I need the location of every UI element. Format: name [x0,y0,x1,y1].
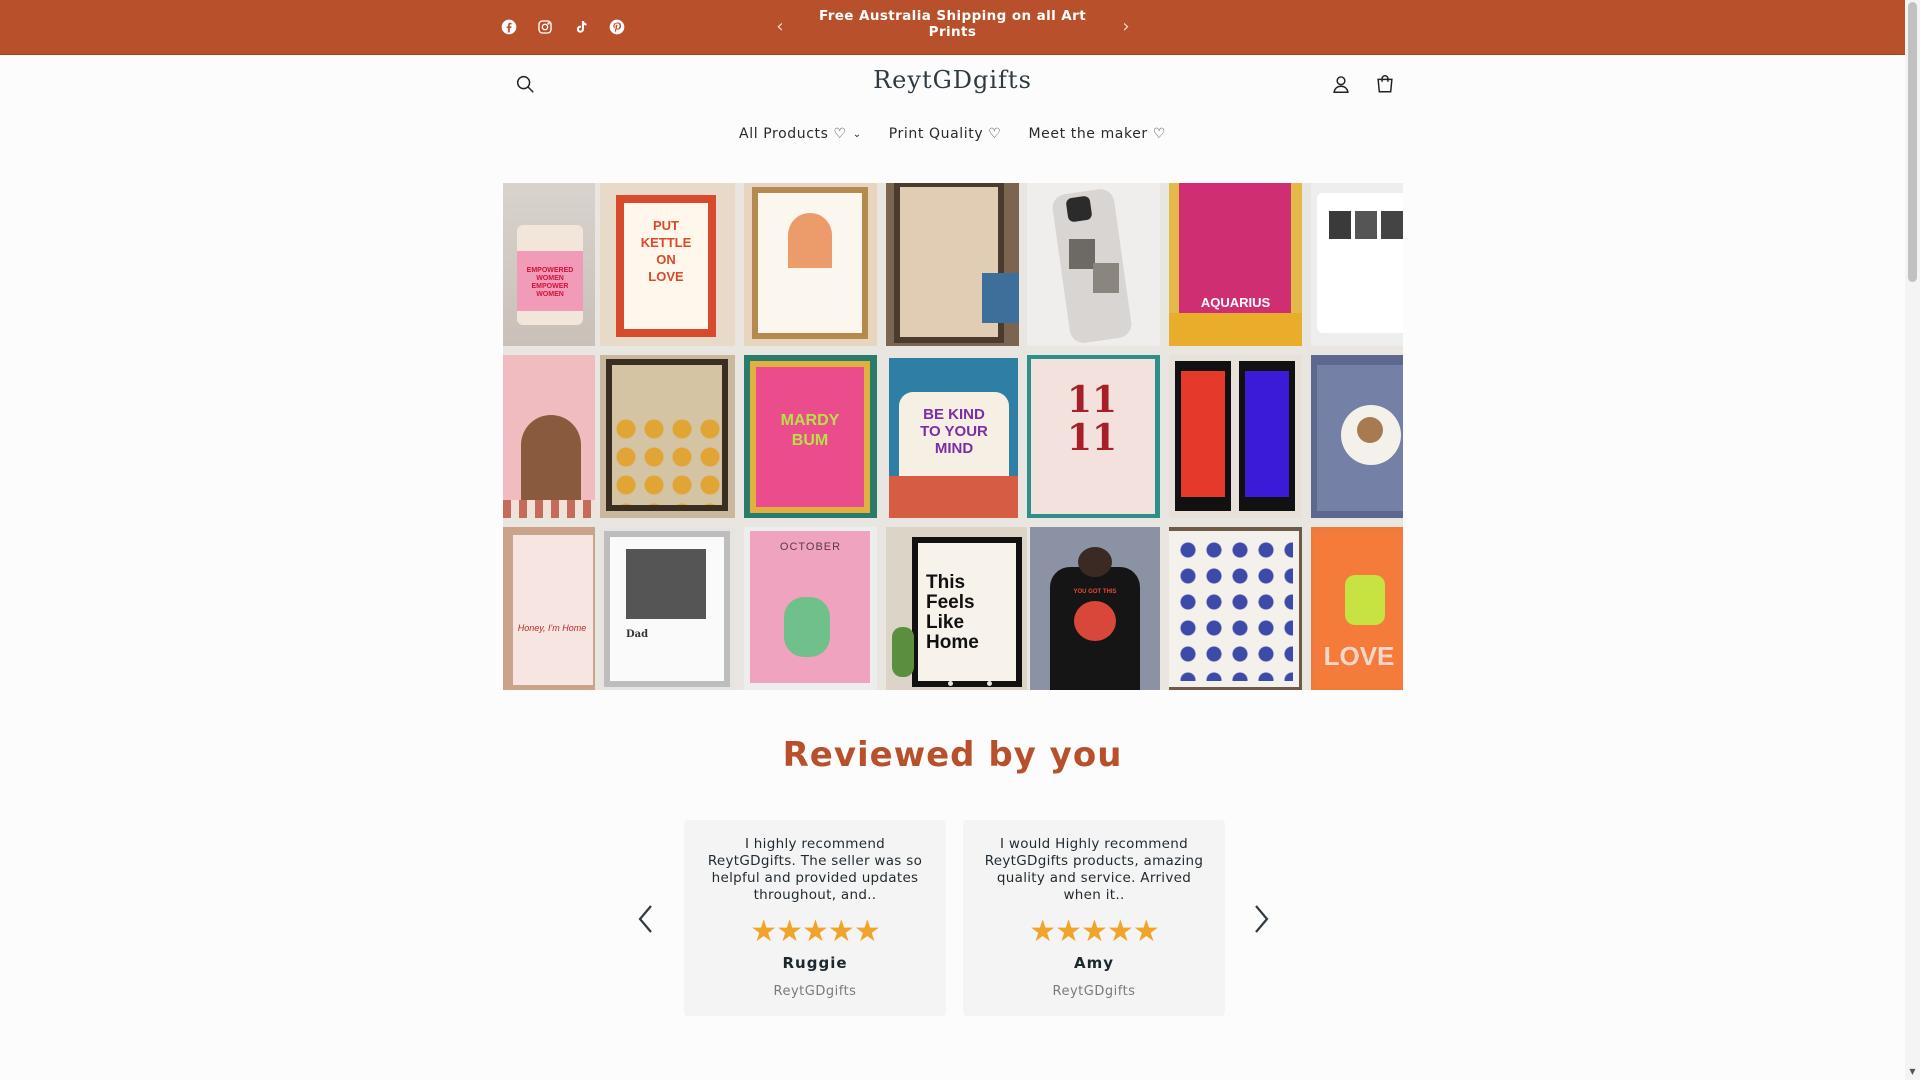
announcement-text: Free Australia Shipping on all Art Print… [818,8,1087,40]
account-icon[interactable] [1326,69,1356,99]
announcement-bar: ‹ Free Australia Shipping on all Art Pri… [0,0,1905,55]
cart-icon[interactable] [1370,69,1400,99]
collage-tile-tshirt[interactable]: YOU GOT THIS [1030,527,1160,690]
carousel-dot[interactable] [948,681,953,686]
star-rating: ★★★★★ [750,914,880,949]
review-text: I highly recommend ReytGDgifts. The sell… [707,836,923,903]
collage-tile-kettle-print[interactable]: PUT KETTLE ON LOVE [600,183,735,346]
carousel-dots[interactable] [948,681,992,687]
tile-label: 11 11 [1066,379,1118,459]
hero-collage[interactable]: EMPOWERED WOMEN EMPOWER WOMEN PUT KETTLE… [503,183,1403,690]
collage-tile-photo-mug[interactable] [1311,183,1403,346]
tile-label: BE KIND TO YOUR MIND [920,406,988,457]
nav-label: Meet the maker ♡ [1028,126,1166,142]
collage-tile-love-print[interactable]: LOVE [1311,527,1403,690]
collage-tile-angel-number-print[interactable]: 11 11 [1027,355,1160,518]
chevron-down-icon: ⌄ [852,129,862,140]
collage-tile-candle[interactable]: EMPOWERED WOMEN EMPOWER WOMEN [503,183,595,346]
reviewer-name: Ruggie [782,954,848,972]
reviews-heading: Reviewed by you [782,735,1123,775]
nav-label: Print Quality ♡ [888,126,1002,142]
review-source: ReytGDgifts [773,984,857,999]
page-scrollbar[interactable]: ▼ [1905,0,1920,1080]
collage-tile-teddy-print[interactable] [1311,355,1403,518]
review-card[interactable]: I would Highly recommend ReytGDgifts pro… [963,820,1225,1016]
tile-label: AQUARIUS [1200,295,1271,310]
star-rating: ★★★★★ [1029,914,1159,949]
nav-print-quality[interactable]: Print Quality ♡ [889,126,1002,142]
tile-label: Dad [626,629,649,640]
collage-tile-line-art-print[interactable] [886,183,1019,346]
site-logo[interactable]: ReytGDgifts [760,66,1145,94]
review-text: I would Highly recommend ReytGDgifts pro… [984,836,1204,903]
collage-tile-home-print[interactable]: This Feels Like Home [886,527,1027,690]
collage-tile-birth-flower-print[interactable]: OCTOBER [744,527,877,690]
nav-label: All Products ♡ [739,126,847,142]
collage-tile-dad-photo-print[interactable]: Dad [600,527,735,690]
tile-label: Honey, I'm Home [517,623,587,633]
collage-tile-zodiac-portrait-print[interactable] [744,183,877,346]
tile-label: EMPOWERED WOMEN EMPOWER WOMEN [526,267,574,298]
nav-meet-the-maker[interactable]: Meet the maker ♡ [1029,126,1166,142]
review-source: ReytGDgifts [1052,984,1136,999]
collage-tile-aquarius-print[interactable]: AQUARIUS [1169,183,1302,346]
tile-label: MARDY BUM [780,412,840,449]
collage-tile-face-line-print[interactable] [600,355,735,518]
tile-label: LOVE [1323,641,1395,671]
collage-tile-blue-pattern-print[interactable] [1169,527,1302,690]
collage-tile-honey-heels-print[interactable]: Honey, I'm Home [503,527,595,690]
facebook-icon[interactable] [498,16,520,38]
collage-tile-photo-phone-case[interactable] [1027,183,1160,346]
tile-label: YOU GOT THIS [1073,589,1117,595]
review-card[interactable]: I highly recommend ReytGDgifts. The sell… [684,820,946,1016]
pinterest-icon[interactable] [606,16,628,38]
tile-label: OCTOBER [779,541,842,553]
collage-tile-be-kind-cushion[interactable]: BE KIND TO YOUR MIND [889,358,1018,518]
main-nav: All Products ♡ ⌄ Print Quality ♡ Meet the… [0,126,1905,142]
collage-tile-photo-strip-print[interactable] [1169,355,1302,518]
scrollbar-thumb[interactable] [1908,2,1917,282]
chevron-left-icon[interactable] [633,902,659,936]
collage-tile-mardy-bum-print[interactable]: MARDY BUM [744,355,877,518]
chevron-left-icon[interactable]: ‹ [768,15,792,39]
reviewer-name: Amy [1073,954,1115,972]
chevron-right-icon[interactable] [1248,902,1274,936]
collage-tile-portrait-print[interactable] [503,355,595,518]
carousel-dot[interactable] [987,681,992,686]
search-icon[interactable] [510,69,540,99]
tiktok-icon[interactable] [570,16,592,38]
scroll-down-icon[interactable]: ▼ [1908,1068,1917,1076]
instagram-icon[interactable] [534,16,556,38]
tile-label: PUT KETTLE ON LOVE [640,218,692,284]
chevron-right-icon[interactable]: › [1114,15,1138,39]
nav-all-products[interactable]: All Products ♡ ⌄ [739,126,862,142]
tile-label: This Feels Like Home [926,572,979,653]
